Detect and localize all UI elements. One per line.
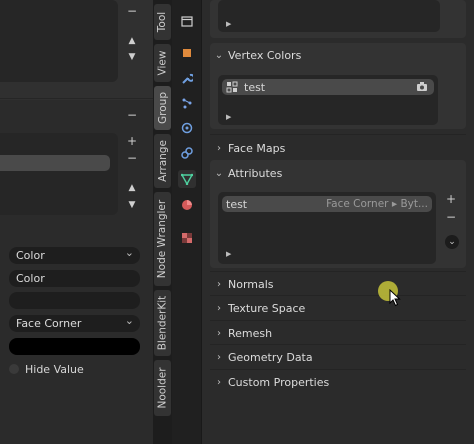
previous-panel-block: ▶ <box>210 0 466 38</box>
attribute-item[interactable]: test Face Corner ▸ Byt... <box>222 196 432 212</box>
vertex-colors-list[interactable]: test ▶ <box>218 75 438 125</box>
tab-view[interactable]: View <box>154 44 171 82</box>
remove-socket-button[interactable]: − <box>125 151 139 165</box>
face-maps-title: Face Maps <box>228 141 286 155</box>
divider <box>210 320 466 321</box>
tab-noolder[interactable]: Noolder <box>154 360 171 416</box>
attributes-list[interactable]: test Face Corner ▸ Byt... ▶ <box>218 192 436 264</box>
custom-properties-title: Custom Properties <box>228 375 330 389</box>
hide-value-checkbox[interactable] <box>9 364 19 374</box>
camera-icon[interactable] <box>416 81 428 95</box>
hide-value-row[interactable]: Hide Value <box>9 361 84 377</box>
socket-down-button[interactable]: ▼ <box>125 198 139 212</box>
geometry-data-header[interactable]: › Geometry Data <box>210 346 466 368</box>
remove-item-button[interactable]: − <box>125 4 139 18</box>
vertex-color-layer-icon <box>226 81 238 93</box>
add-socket-button[interactable]: + <box>125 134 139 148</box>
hide-value-label: Hide Value <box>25 362 84 376</box>
attribute-menu-chevron-icon[interactable]: ⌄ <box>445 235 459 249</box>
material-icon[interactable] <box>178 196 196 214</box>
vertex-colors-title: Vertex Colors <box>228 48 302 62</box>
chevron-right-icon: › <box>217 302 221 314</box>
socket-type-dropdown[interactable]: Color <box>9 244 140 264</box>
chevron-right-icon: › <box>217 142 221 154</box>
properties-editor: ▶ ⌄ Vertex Colors test ▶ › Face Maps ⌄ A… <box>202 0 474 444</box>
divider <box>210 344 466 345</box>
chevron-right-icon: › <box>217 351 221 363</box>
texture-space-header[interactable]: › Texture Space <box>210 297 466 319</box>
vertex-colors-header[interactable]: ⌄ Vertex Colors <box>210 44 466 66</box>
default-color-swatch[interactable] <box>9 338 140 355</box>
mouse-pointer-icon <box>389 288 401 310</box>
socket-up-button[interactable]: ▲ <box>125 181 139 195</box>
remove-attribute-button[interactable]: − <box>444 210 458 224</box>
particles-icon[interactable] <box>178 94 196 112</box>
attributes-header[interactable]: ⌄ Attributes <box>210 162 466 184</box>
chevron-right-icon: › <box>217 278 221 290</box>
list-resize-icon[interactable]: ▶ <box>226 113 231 121</box>
move-up-button[interactable]: ▲ <box>125 34 139 48</box>
sidebar-tabs: Tool View Group Arrange Node Wrangler Bl… <box>153 0 172 444</box>
object-tab-icon[interactable] <box>178 44 196 62</box>
tab-arrange[interactable]: Arrange <box>154 134 171 188</box>
chevron-down-icon: ⌄ <box>214 49 224 61</box>
custom-properties-header[interactable]: › Custom Properties <box>210 371 466 393</box>
chevron-right-icon: › <box>217 327 221 339</box>
section-divider <box>0 98 153 99</box>
previous-list-box[interactable]: ▶ <box>218 0 440 32</box>
face-maps-header[interactable]: › Face Maps <box>210 137 466 159</box>
physics-icon[interactable] <box>178 119 196 137</box>
vertex-color-item[interactable]: test <box>222 79 434 95</box>
divider <box>210 271 466 272</box>
chevron-down-icon: ⌄ <box>214 167 224 179</box>
texture-icon[interactable] <box>178 229 196 247</box>
attribute-domain: Face Corner ▸ Byt... <box>326 198 428 210</box>
node-sidebar-panel: − ▲ ▼ − + − ▲ ▼ Color Color Face Corner … <box>0 0 153 444</box>
list-resize-icon[interactable]: ▶ <box>226 20 231 28</box>
divider <box>210 134 466 135</box>
tab-node-wrangler[interactable]: Node Wrangler <box>154 192 171 286</box>
tab-group[interactable]: Group <box>154 86 171 130</box>
properties-tab-strip <box>172 0 202 444</box>
selected-socket-row[interactable] <box>0 155 110 171</box>
remesh-title: Remesh <box>228 326 273 340</box>
divider <box>210 369 466 370</box>
socket-name-field[interactable]: Color <box>9 270 140 287</box>
add-attribute-button[interactable]: + <box>444 192 458 206</box>
remesh-header[interactable]: › Remesh <box>210 322 466 344</box>
normals-header[interactable]: › Normals <box>210 273 466 295</box>
description-field[interactable] <box>9 292 140 309</box>
tab-blenderkit[interactable]: BlenderKit <box>154 290 171 356</box>
tab-tool[interactable]: Tool <box>154 4 171 40</box>
chevron-right-icon: › <box>217 376 221 388</box>
attributes-title: Attributes <box>228 166 283 180</box>
collapse-button[interactable]: − <box>125 108 139 122</box>
move-down-button[interactable]: ▼ <box>125 50 139 64</box>
vertex-color-name[interactable]: test <box>244 81 265 94</box>
list-resize-icon[interactable]: ▶ <box>226 250 231 258</box>
mesh-data-icon[interactable] <box>178 170 196 188</box>
modifier-wrench-icon[interactable] <box>178 70 196 88</box>
attribute-name[interactable]: test <box>226 198 247 211</box>
top-list-box[interactable] <box>0 0 118 82</box>
normals-title: Normals <box>228 277 274 291</box>
sockets-list-box[interactable] <box>0 133 118 215</box>
geometry-data-title: Geometry Data <box>228 350 313 364</box>
render-tab-icon[interactable] <box>178 12 196 30</box>
constraints-icon[interactable] <box>178 144 196 162</box>
texture-space-title: Texture Space <box>228 301 306 315</box>
attribute-domain-dropdown[interactable]: Face Corner <box>9 312 140 332</box>
divider <box>210 295 466 296</box>
